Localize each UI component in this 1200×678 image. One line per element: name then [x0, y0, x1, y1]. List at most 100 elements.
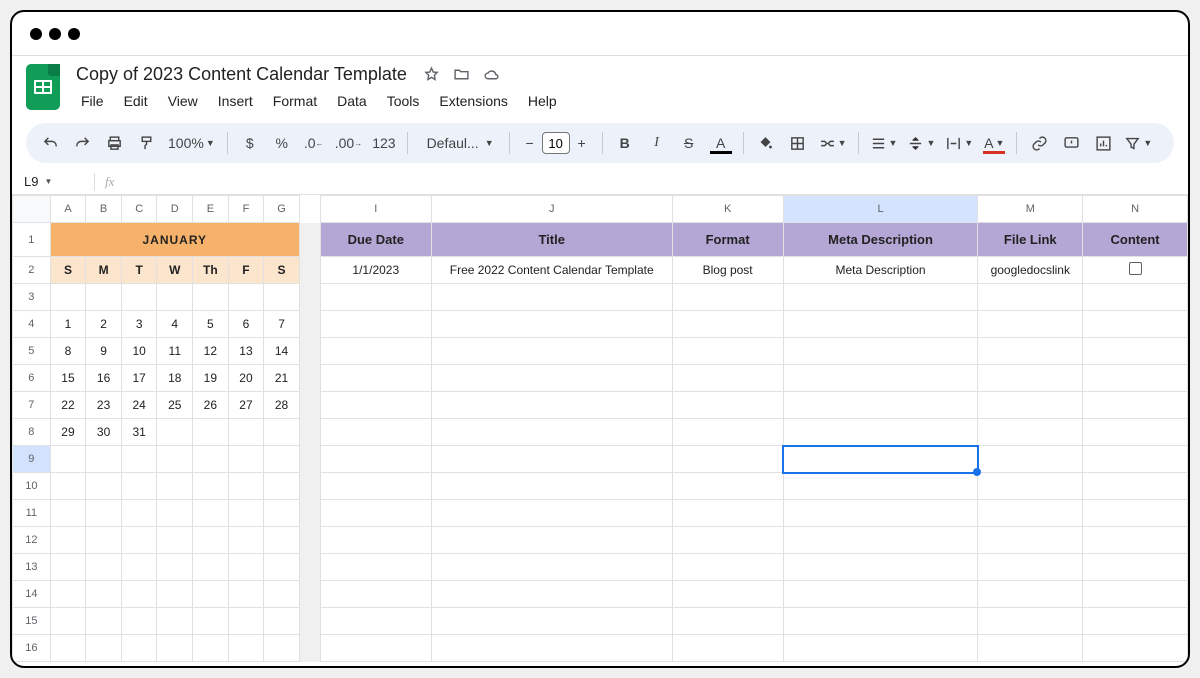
cell[interactable]	[978, 392, 1083, 419]
increase-decimal-button[interactable]: .00→	[332, 129, 365, 157]
cell[interactable]	[157, 554, 193, 581]
cell[interactable]	[264, 554, 300, 581]
cell[interactable]	[431, 446, 672, 473]
cal-cell[interactable]	[86, 284, 122, 311]
align-v-button[interactable]: ▼	[904, 129, 938, 157]
cal-cell[interactable]	[157, 419, 193, 446]
window-close-dot[interactable]	[30, 28, 42, 40]
cell[interactable]	[1083, 581, 1188, 608]
menu-extensions[interactable]: Extensions	[430, 89, 516, 113]
cal-cell[interactable]	[228, 284, 264, 311]
col-header[interactable]: F	[228, 196, 264, 223]
cal-cell[interactable]: 13	[228, 338, 264, 365]
cell[interactable]	[783, 500, 978, 527]
bold-button[interactable]: B	[611, 129, 639, 157]
cell[interactable]	[50, 608, 86, 635]
cell[interactable]	[1083, 392, 1188, 419]
cell[interactable]	[193, 527, 229, 554]
row-header[interactable]: 13	[13, 554, 51, 581]
zoom-select[interactable]: 100%▼	[164, 129, 219, 157]
row-header[interactable]: 2	[13, 257, 51, 284]
cell[interactable]	[1083, 338, 1188, 365]
cell[interactable]	[228, 446, 264, 473]
cell[interactable]	[431, 500, 672, 527]
cal-cell[interactable]	[193, 419, 229, 446]
borders-button[interactable]	[784, 129, 812, 157]
cell[interactable]	[672, 635, 783, 662]
cell[interactable]	[978, 527, 1083, 554]
cell[interactable]	[157, 527, 193, 554]
cell[interactable]	[50, 473, 86, 500]
document-title[interactable]: Copy of 2023 Content Calendar Template	[72, 62, 411, 87]
menu-data[interactable]: Data	[328, 89, 376, 113]
cell[interactable]	[320, 311, 431, 338]
cell[interactable]	[320, 608, 431, 635]
cell[interactable]	[320, 338, 431, 365]
menu-edit[interactable]: Edit	[115, 89, 157, 113]
grid[interactable]: A B C D E F G I J K L M N 1 JANUARY Due …	[12, 195, 1188, 666]
redo-button[interactable]	[68, 129, 96, 157]
row-header[interactable]: 15	[13, 608, 51, 635]
menu-format[interactable]: Format	[264, 89, 326, 113]
active-cell[interactable]	[783, 446, 978, 473]
cell[interactable]	[431, 635, 672, 662]
cell[interactable]	[431, 581, 672, 608]
cal-cell[interactable]	[264, 419, 300, 446]
cell[interactable]	[672, 419, 783, 446]
cell[interactable]	[320, 473, 431, 500]
row-header[interactable]: 5	[13, 338, 51, 365]
font-size-input[interactable]	[542, 132, 570, 154]
cal-cell[interactable]: 26	[193, 392, 229, 419]
cell[interactable]	[320, 527, 431, 554]
cell[interactable]	[228, 500, 264, 527]
cell[interactable]	[228, 473, 264, 500]
cell[interactable]	[157, 581, 193, 608]
cell[interactable]	[783, 392, 978, 419]
cell[interactable]	[86, 581, 122, 608]
cell[interactable]	[431, 554, 672, 581]
header-file-link[interactable]: File Link	[978, 223, 1083, 257]
font-select[interactable]: Defaul...▼	[416, 134, 501, 152]
cal-cell[interactable]: 29	[50, 419, 86, 446]
cell[interactable]	[783, 581, 978, 608]
cell[interactable]	[783, 635, 978, 662]
cell[interactable]	[672, 608, 783, 635]
cell[interactable]	[783, 608, 978, 635]
cal-cell[interactable]	[228, 419, 264, 446]
row-header[interactable]: 10	[13, 473, 51, 500]
cal-cell[interactable]: 14	[264, 338, 300, 365]
cell[interactable]	[431, 311, 672, 338]
cell[interactable]	[228, 527, 264, 554]
menu-view[interactable]: View	[159, 89, 207, 113]
row-header[interactable]: 4	[13, 311, 51, 338]
cell[interactable]	[978, 365, 1083, 392]
cell[interactable]	[86, 635, 122, 662]
cell[interactable]	[783, 527, 978, 554]
cal-cell[interactable]	[157, 284, 193, 311]
cal-cell[interactable]: 17	[121, 365, 157, 392]
month-header[interactable]: JANUARY	[50, 223, 299, 257]
cell[interactable]	[121, 635, 157, 662]
cell[interactable]	[978, 635, 1083, 662]
number-format-button[interactable]: 123	[369, 129, 398, 157]
cell[interactable]	[228, 581, 264, 608]
cell-due-date[interactable]: 1/1/2023	[320, 257, 431, 284]
cell[interactable]	[320, 635, 431, 662]
cell[interactable]	[1083, 419, 1188, 446]
cell[interactable]	[978, 446, 1083, 473]
sheets-logo[interactable]	[26, 64, 60, 110]
dow-cell[interactable]: T	[121, 257, 157, 284]
cell[interactable]	[320, 284, 431, 311]
cell[interactable]	[264, 473, 300, 500]
dow-cell[interactable]: W	[157, 257, 193, 284]
header-title[interactable]: Title	[431, 223, 672, 257]
print-button[interactable]	[100, 129, 128, 157]
cell[interactable]	[672, 500, 783, 527]
cell[interactable]	[193, 500, 229, 527]
col-header[interactable]: D	[157, 196, 193, 223]
cal-cell[interactable]: 28	[264, 392, 300, 419]
paint-format-button[interactable]	[132, 129, 160, 157]
cal-cell[interactable]: 21	[264, 365, 300, 392]
cal-cell[interactable]: 27	[228, 392, 264, 419]
cell[interactable]	[431, 473, 672, 500]
